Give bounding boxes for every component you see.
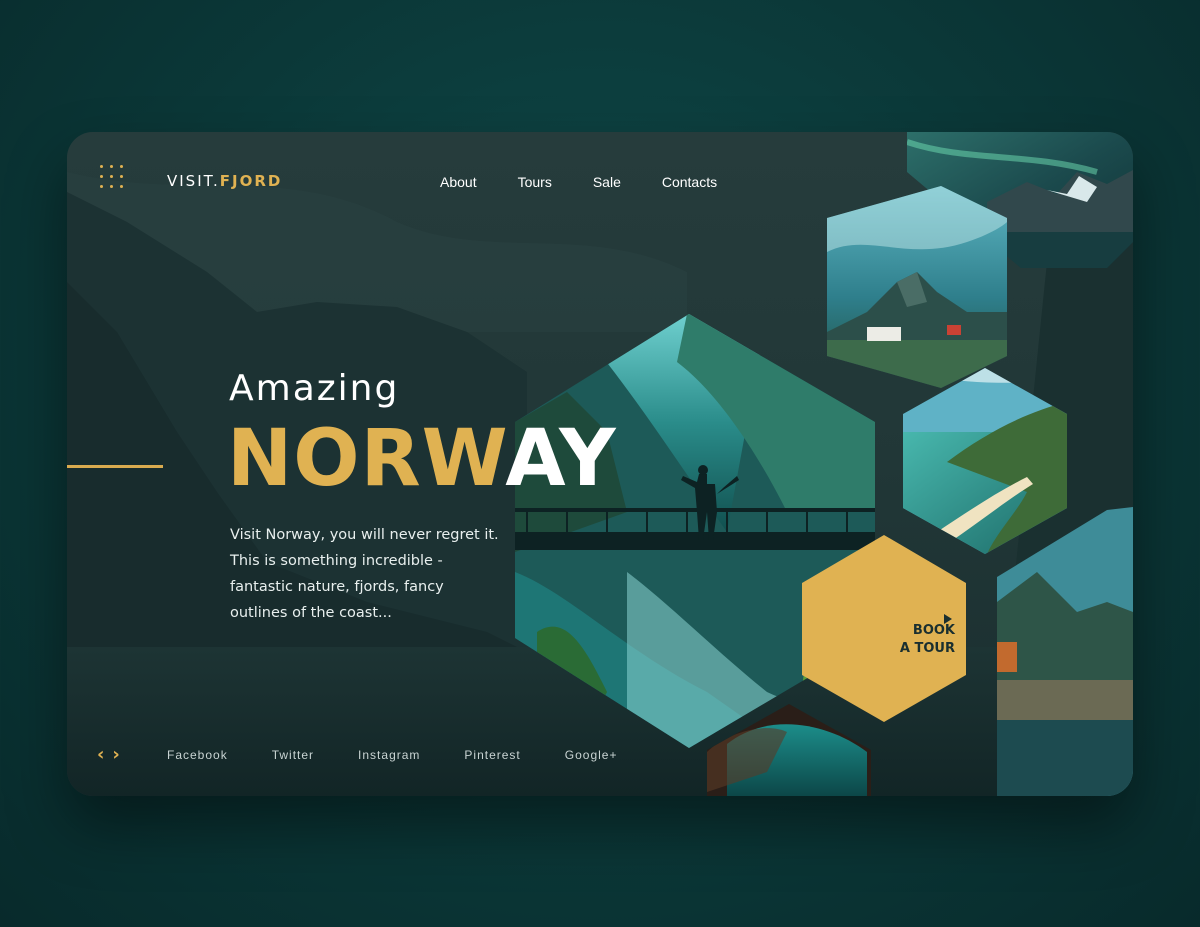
nav-contacts[interactable]: Contacts (662, 174, 717, 190)
social-googleplus[interactable]: Google+ (565, 748, 618, 762)
slider-arrows: ‹ › (97, 744, 120, 765)
social-twitter[interactable]: Twitter (272, 748, 314, 762)
book-tour-button[interactable]: BOOK A TOUR (887, 622, 955, 658)
book-tour-line2: A TOUR (899, 641, 955, 656)
next-arrow-icon[interactable]: › (112, 744, 119, 765)
book-tour-line1: BOOK (912, 623, 955, 638)
nav-sale[interactable]: Sale (593, 174, 621, 190)
brand-part-2: FJORD (219, 172, 283, 190)
mountain-photo (827, 186, 1007, 388)
hero-title: NORWAY (227, 420, 617, 498)
brand-logo[interactable]: VISIT.FJORD (167, 172, 282, 190)
nav-tours[interactable]: Tours (518, 174, 552, 190)
social-pinterest[interactable]: Pinterest (464, 748, 520, 762)
brand-part-1: VISIT. (167, 172, 220, 190)
prev-arrow-icon[interactable]: ‹ (97, 744, 104, 765)
nav-about[interactable]: About (440, 174, 477, 190)
main-nav: About Tours Sale Contacts (440, 174, 758, 190)
social-instagram[interactable]: Instagram (358, 748, 420, 762)
accent-divider (67, 465, 163, 468)
hero-eyebrow: Amazing (229, 368, 400, 409)
social-facebook[interactable]: Facebook (167, 748, 228, 762)
hero-card: VISIT.FJORD About Tours Sale Contacts Am… (67, 132, 1133, 796)
social-links: Facebook Twitter Instagram Pinterest Goo… (167, 748, 661, 762)
hero-title-white: AY (505, 414, 617, 504)
hero-title-gold: NORW (227, 414, 506, 504)
menu-grid-icon[interactable] (100, 165, 124, 189)
hero-description: Visit Norway, you will never regret it. … (230, 527, 499, 621)
